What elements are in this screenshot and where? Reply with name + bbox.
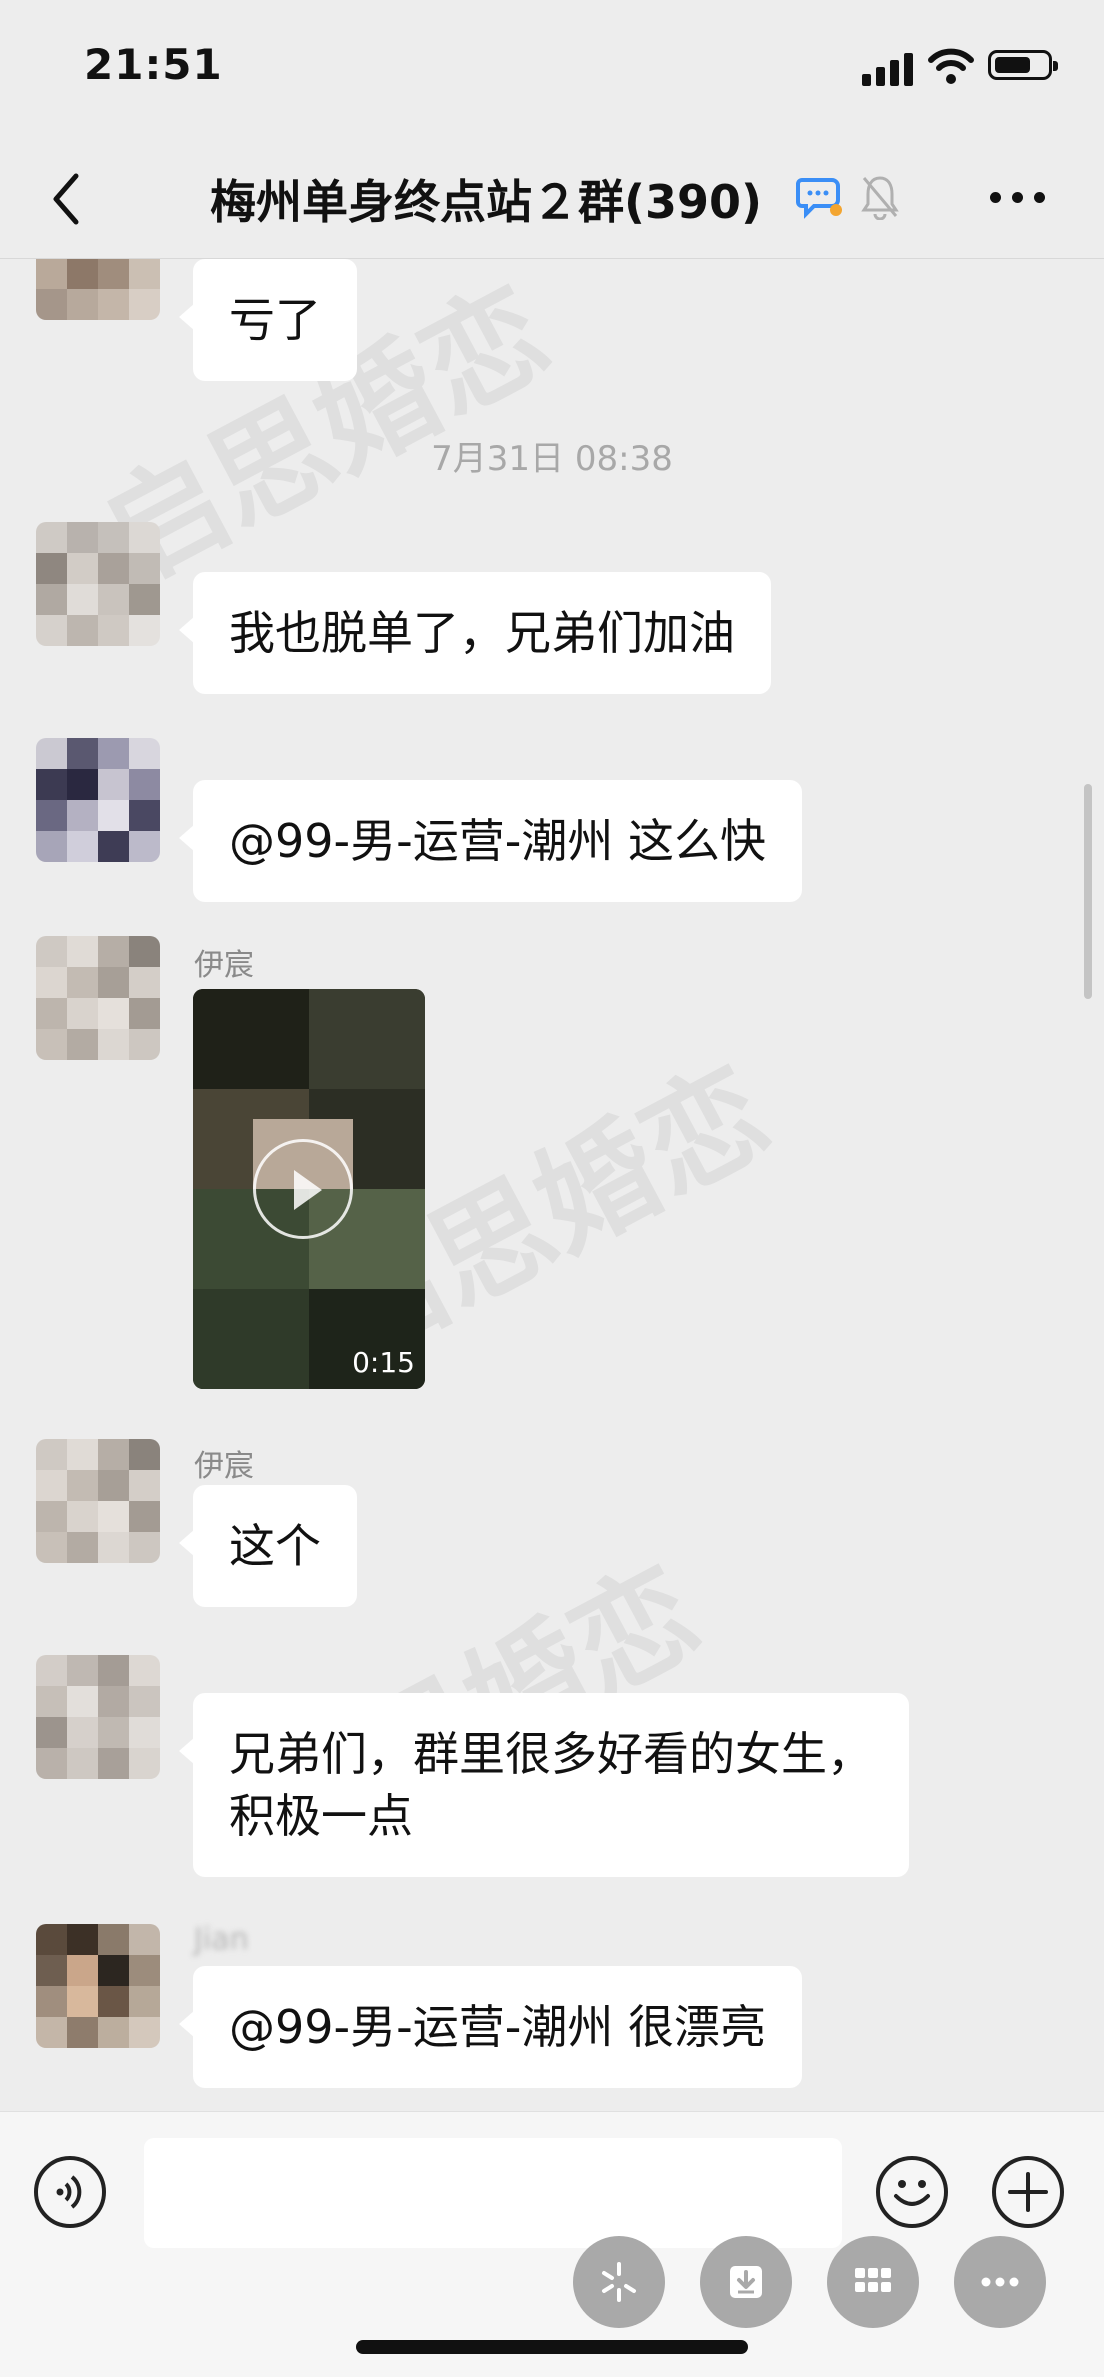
message-list[interactable]: 启思婚恋 启思婚恋 启思婚恋 亏了 7月31日 08:38 我也脱单了，兄弟们加… <box>0 259 1104 2111</box>
message-timestamp: 7月31日 08:38 <box>431 439 673 479</box>
status-bar: 21:51 <box>0 0 1104 140</box>
more-icon[interactable] <box>988 180 1048 216</box>
overflow-button[interactable] <box>954 2236 1046 2328</box>
avatar[interactable] <box>36 1655 160 1779</box>
back-arrow-icon[interactable] <box>38 166 98 232</box>
home-indicator[interactable] <box>356 2340 748 2354</box>
status-time: 21:51 <box>84 40 223 89</box>
voice-input-button[interactable] <box>34 2156 106 2228</box>
more-functions-button[interactable] <box>992 2156 1064 2228</box>
battery-icon <box>988 50 1058 80</box>
avatar[interactable] <box>36 936 160 1060</box>
message-bubble[interactable]: 这个 <box>179 1485 357 1607</box>
chat-header: 梅州单身终点站２群(390) <box>0 140 1104 259</box>
voice-icon <box>56 2175 82 2209</box>
smiley-icon <box>894 2180 930 2206</box>
sender-name: 伊宸 <box>194 1449 254 1484</box>
message-input[interactable] <box>144 2138 842 2248</box>
avatar[interactable] <box>36 522 160 646</box>
play-icon[interactable] <box>253 1139 353 1239</box>
grid-icon <box>855 2268 891 2292</box>
message-bubble[interactable]: 兄弟们，群里很多好看的女生， 积极一点 <box>179 1693 909 1877</box>
message-bubble[interactable]: 亏了 <box>179 259 357 381</box>
input-bar <box>0 2111 1104 2377</box>
chat-title[interactable]: 梅州单身终点站２群(390) <box>210 166 762 232</box>
plus-icon <box>1008 2172 1048 2212</box>
scrollbar[interactable] <box>1084 784 1092 999</box>
sender-name: Jian <box>194 1922 249 1957</box>
mute-bell-icon <box>861 176 899 220</box>
loading-button[interactable] <box>573 2236 665 2328</box>
ellipsis-icon <box>981 2277 1019 2287</box>
group-chat-icon[interactable] <box>796 172 844 220</box>
avatar[interactable] <box>36 259 160 320</box>
video-message[interactable]: 0:15 <box>193 989 425 1389</box>
download-icon <box>730 2266 762 2298</box>
download-button[interactable] <box>700 2236 792 2328</box>
video-duration: 0:15 <box>352 1346 415 1379</box>
avatar[interactable] <box>36 1924 160 2048</box>
spinner-icon <box>602 2262 636 2302</box>
cellular-signal-icon <box>862 52 916 86</box>
avatar[interactable] <box>36 738 160 862</box>
message-bubble[interactable]: @99-男-运营-潮州 很漂亮 <box>179 1966 802 2088</box>
avatar[interactable] <box>36 1439 160 1563</box>
emoji-button[interactable] <box>876 2156 948 2228</box>
message-bubble[interactable]: 我也脱单了，兄弟们加油 <box>179 572 771 694</box>
sender-name: 伊宸 <box>194 948 254 983</box>
apps-button[interactable] <box>827 2236 919 2328</box>
message-bubble[interactable]: @99-男-运营-潮州 这么快 <box>179 780 802 902</box>
wifi-icon <box>928 48 974 84</box>
